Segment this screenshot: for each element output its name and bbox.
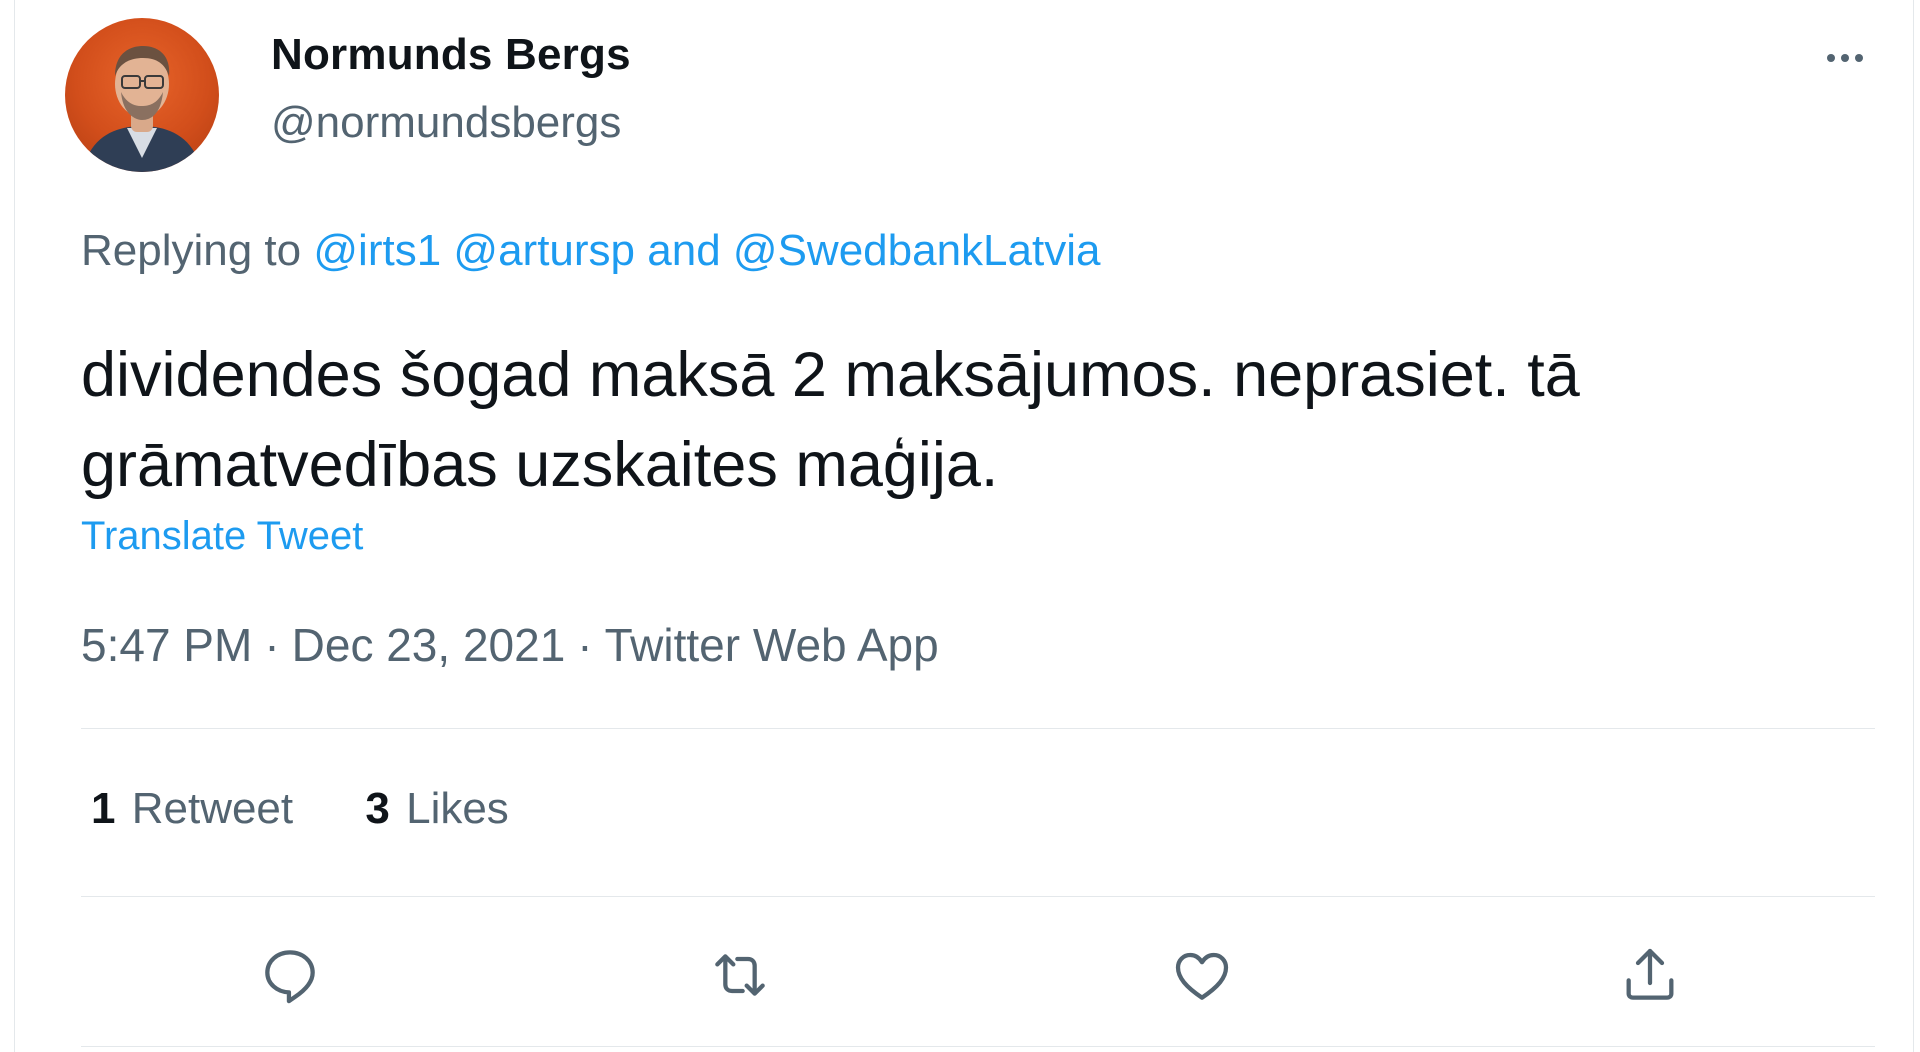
retweet-button[interactable] bbox=[705, 940, 775, 1010]
replying-to-label: Replying to bbox=[81, 226, 302, 275]
share-button[interactable] bbox=[1615, 940, 1685, 1010]
reply-icon bbox=[265, 950, 315, 1004]
retweets-label: Retweet bbox=[131, 784, 294, 833]
tweet-text: dividendes šogad maksā 2 maksājumos. nep… bbox=[81, 340, 1580, 500]
retweets-stat[interactable]: 1 Retweet bbox=[91, 784, 293, 834]
tweet-metadata: 5:47 PM · Dec 23, 2021 · Twitter Web App bbox=[81, 618, 939, 672]
replying-to-line: Replying to @irts1 @artursp and @Swedban… bbox=[81, 226, 1100, 276]
user-avatar-photo bbox=[83, 46, 201, 172]
mention-link[interactable]: @SwedbankLatvia bbox=[733, 226, 1101, 275]
likes-count: 3 bbox=[365, 784, 390, 833]
tweet-date[interactable]: Dec 23, 2021 bbox=[292, 619, 566, 671]
mention-link[interactable]: @irts1 bbox=[313, 226, 441, 275]
like-icon bbox=[1175, 952, 1229, 1000]
more-options-button[interactable] bbox=[1815, 36, 1875, 80]
author-name[interactable]: Normunds Bergs bbox=[271, 30, 631, 80]
tweet-source[interactable]: Twitter Web App bbox=[605, 619, 939, 671]
like-button[interactable] bbox=[1167, 940, 1237, 1010]
author-handle[interactable]: @normundsbergs bbox=[271, 98, 621, 148]
more-options-icon bbox=[1827, 54, 1835, 62]
tweet-time[interactable]: 5:47 PM bbox=[81, 619, 252, 671]
retweet-icon bbox=[715, 954, 765, 996]
divider bbox=[81, 1046, 1875, 1047]
reply-button[interactable] bbox=[255, 940, 325, 1010]
translate-tweet-link[interactable]: Translate Tweet bbox=[81, 514, 363, 559]
author-avatar[interactable] bbox=[65, 18, 219, 172]
likes-stat[interactable]: 3 Likes bbox=[365, 784, 508, 834]
more-options-icon bbox=[1841, 54, 1849, 62]
engagement-stats: 1 Retweet 3 Likes bbox=[91, 784, 569, 834]
retweets-count: 1 bbox=[91, 784, 116, 833]
mention-link[interactable]: @artursp bbox=[453, 226, 635, 275]
divider bbox=[81, 728, 1875, 729]
share-icon bbox=[1626, 948, 1674, 1000]
mention-conjunction[interactable]: and bbox=[647, 226, 720, 275]
meta-separator: · bbox=[264, 619, 280, 671]
divider bbox=[81, 896, 1875, 897]
action-bar bbox=[15, 940, 1915, 1010]
more-options-icon bbox=[1855, 54, 1863, 62]
likes-label: Likes bbox=[406, 784, 509, 833]
meta-separator: · bbox=[577, 619, 593, 671]
tweet-card: Normunds Bergs @normundsbergs Replying t… bbox=[14, 0, 1914, 1052]
